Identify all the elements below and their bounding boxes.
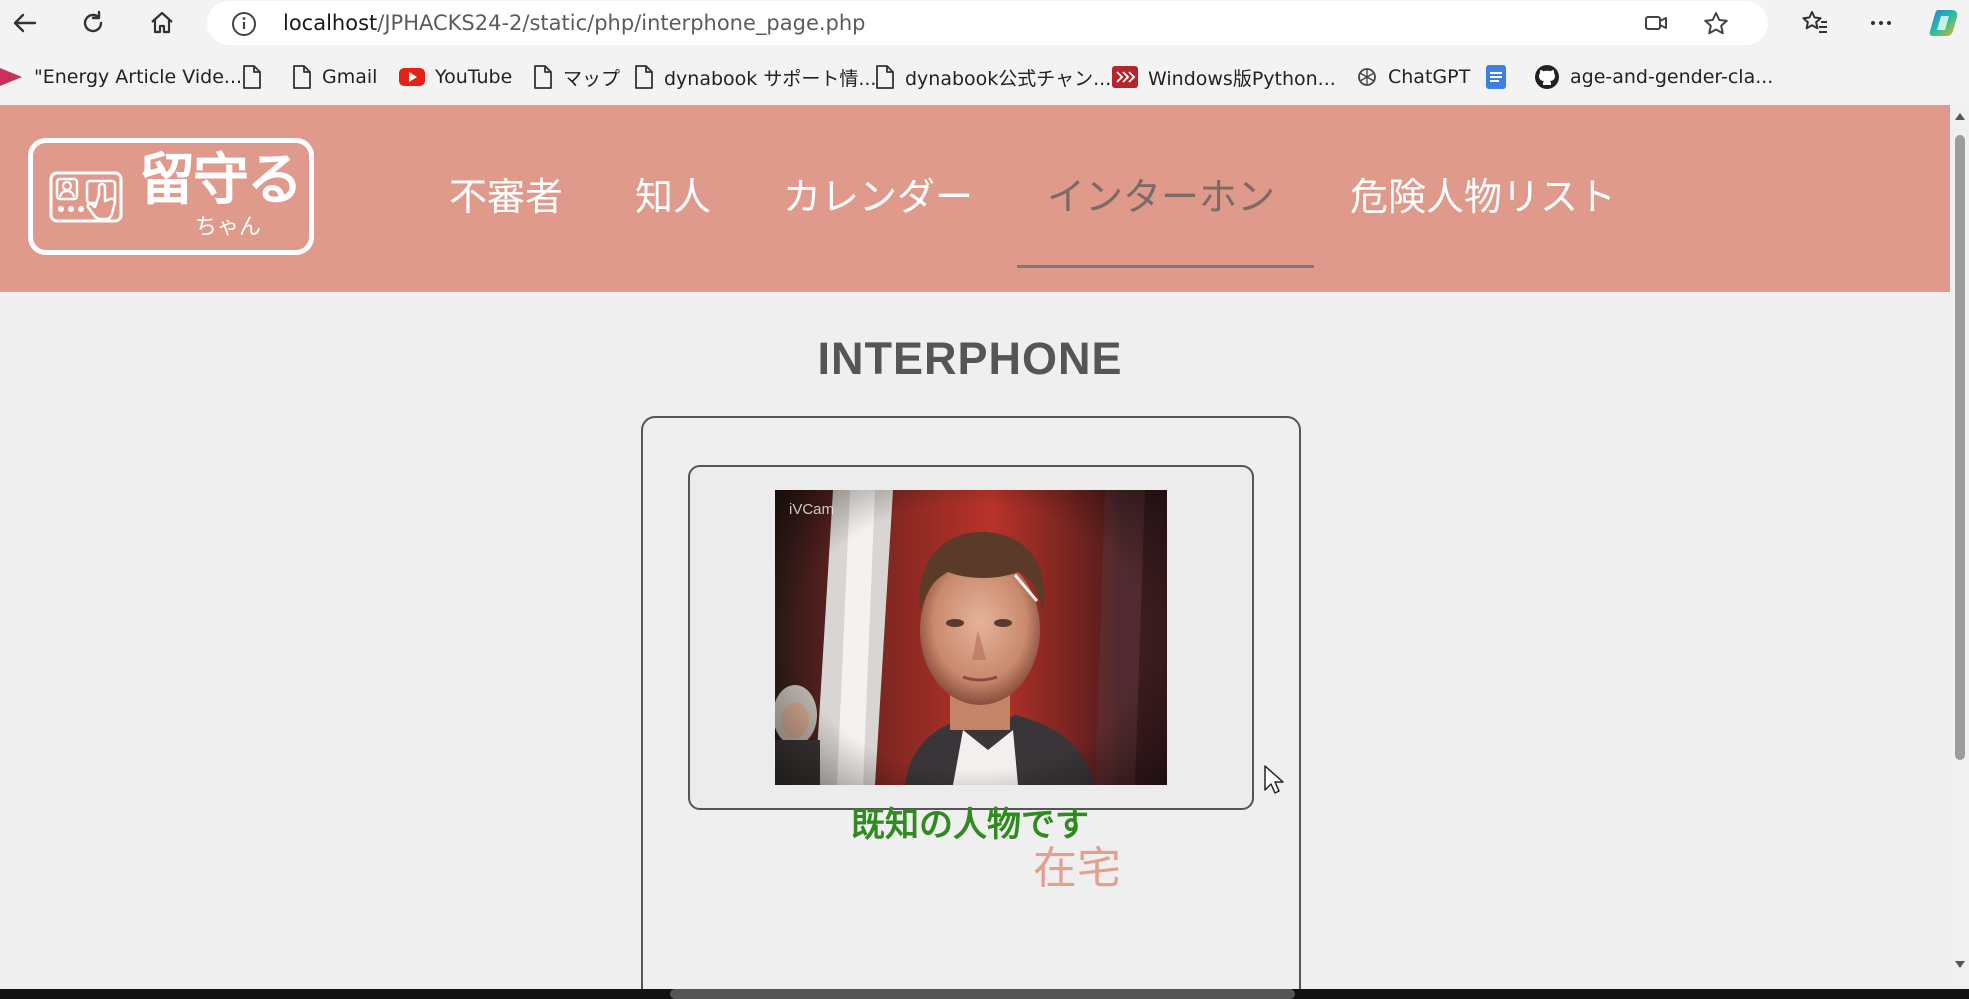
scroll-down-icon[interactable] — [1954, 960, 1966, 970]
horizontal-scrollbar[interactable] — [0, 989, 1969, 999]
more-menu-button[interactable] — [1864, 6, 1898, 40]
logo-subtitle: ちゃん — [195, 215, 262, 240]
camera-overlay-label: iVCam — [789, 501, 835, 518]
bookmark-label: dynabook公式チャン... — [905, 67, 1112, 90]
play-icon — [0, 68, 22, 86]
document-icon — [635, 65, 653, 89]
page-viewport: 留守る ちゃん 不審者 知人 カレンダー インターホン 危険人物リスト INTE… — [0, 105, 1950, 989]
bookmark-gmail[interactable]: Gmail — [292, 64, 377, 90]
bookmark-dynabook-channel[interactable]: dynabook公式チャン... — [875, 64, 1111, 90]
bookmarks-bar: "Energy Article Vide... Gmail YouTube マッ… — [0, 46, 1969, 105]
camera-indicator-icon[interactable] — [1643, 10, 1669, 36]
intercom-hand-icon — [49, 171, 123, 223]
logo-title: 留守る — [139, 148, 303, 213]
address-bar[interactable]: localhost/JPHACKS24-2/static/php/interph… — [207, 1, 1768, 45]
app-logo[interactable]: 留守る ちゃん — [28, 138, 314, 255]
red-chevrons-icon — [1112, 66, 1138, 88]
vertical-scroll-thumb[interactable] — [1955, 135, 1965, 760]
favorite-star-icon[interactable] — [1702, 10, 1730, 38]
scroll-up-icon[interactable] — [1954, 111, 1966, 121]
document-icon — [243, 65, 261, 89]
bookmark-label: ChatGPT — [1388, 66, 1471, 88]
browser-toolbar: localhost/JPHACKS24-2/static/php/interph… — [0, 0, 1969, 46]
home-icon — [151, 11, 173, 34]
url-text[interactable]: localhost/JPHACKS24-2/static/php/interph… — [283, 11, 866, 35]
bookmark-chatgpt[interactable]: ChatGPT — [1356, 64, 1470, 90]
document-icon — [534, 65, 552, 89]
copilot-button[interactable] — [1928, 6, 1962, 40]
bookmark-github[interactable]: age-and-gender-cla... — [1534, 64, 1773, 90]
home-button[interactable] — [145, 6, 179, 40]
favorites-button[interactable] — [1798, 6, 1832, 40]
ellipsis-icon — [1871, 21, 1891, 25]
mouse-cursor-icon — [1264, 765, 1284, 794]
docs-icon — [1486, 65, 1506, 89]
bookmark-docs[interactable] — [1485, 64, 1517, 90]
nav-interphone[interactable]: インターホン — [1047, 178, 1275, 216]
youtube-icon — [399, 68, 425, 86]
bookmark-label: マップ — [563, 67, 621, 90]
page-title: INTERPHONE — [817, 333, 1123, 384]
bookmark-energy-article[interactable]: "Energy Article Vide... — [0, 64, 242, 90]
bookmark-label: dynabook サポート情... — [664, 67, 877, 90]
bookmark-label: "Energy Article Vide... — [34, 66, 243, 88]
nav-danger-list[interactable]: 危険人物リスト — [1350, 178, 1616, 216]
bookmark-dynabook-support[interactable]: dynabook サポート情... — [634, 64, 876, 90]
bookmark-windows-python[interactable]: Windows版Python... — [1112, 64, 1336, 90]
copilot-icon — [1929, 10, 1958, 36]
bookmark-untitled[interactable] — [242, 64, 272, 90]
site-header: 留守る ちゃん 不審者 知人 カレンダー インターホン 危険人物リスト — [0, 105, 1950, 292]
reload-icon — [83, 10, 103, 33]
bookmark-youtube[interactable]: YouTube — [399, 64, 512, 90]
bookmark-label: Gmail — [322, 66, 378, 88]
bookmark-label: YouTube — [435, 66, 513, 88]
active-tab-indicator — [1017, 265, 1314, 268]
known-person-status: 既知の人物です — [851, 805, 1089, 845]
favorites-list-icon — [1802, 11, 1827, 33]
horizontal-scroll-thumb[interactable] — [670, 989, 1295, 999]
github-icon — [1535, 65, 1559, 89]
bookmark-map[interactable]: マップ — [533, 64, 620, 90]
bookmark-label: Windows版Python... — [1148, 67, 1336, 90]
back-button[interactable] — [8, 6, 42, 40]
camera-feed-image — [775, 490, 1167, 785]
nav-acquaintance[interactable]: 知人 — [635, 178, 711, 216]
reload-button[interactable] — [76, 6, 110, 40]
nav-calendar[interactable]: カレンダー — [783, 178, 973, 216]
document-icon — [293, 65, 311, 89]
vertical-scrollbar[interactable] — [1950, 105, 1969, 989]
chatgpt-icon — [1358, 68, 1376, 86]
document-icon — [876, 65, 894, 89]
back-arrow-icon — [13, 13, 37, 33]
nav-suspicious[interactable]: 不審者 — [449, 178, 563, 216]
site-info-icon[interactable] — [231, 11, 257, 37]
at-home-status: 在宅 — [1033, 843, 1121, 894]
bookmark-label: age-and-gender-cla... — [1570, 66, 1774, 88]
